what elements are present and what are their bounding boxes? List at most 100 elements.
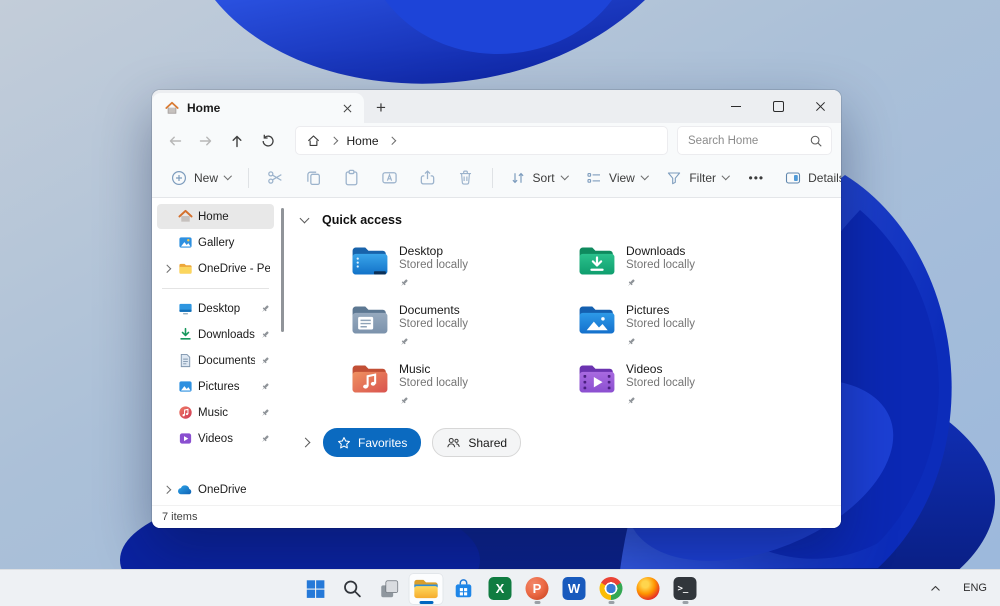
new-tab-button[interactable]: + xyxy=(364,93,398,123)
paste-icon xyxy=(345,169,357,186)
details-button[interactable]: Details xyxy=(776,163,841,193)
taskbar-firefox-button[interactable] xyxy=(631,573,666,605)
taskbar-terminal-button[interactable]: >_ xyxy=(668,573,703,605)
expand-chevron-icon[interactable] xyxy=(300,437,311,448)
language-indicator[interactable]: ENG xyxy=(963,582,987,594)
cut-button[interactable] xyxy=(257,163,294,193)
collapse-chevron-icon[interactable] xyxy=(299,213,310,224)
tile-music[interactable]: Music Stored locally xyxy=(351,362,556,411)
sort-button[interactable]: Sort xyxy=(501,163,577,193)
search-input[interactable] xyxy=(686,133,803,148)
rename-button[interactable] xyxy=(371,163,408,193)
videos-folder-icon xyxy=(579,365,615,393)
up-button[interactable] xyxy=(221,127,252,155)
quick-access-header[interactable]: Quick access xyxy=(299,211,833,229)
taskbar-powerpoint-button[interactable]: P xyxy=(520,573,555,605)
sidebar-item-gallery[interactable]: Gallery xyxy=(157,230,274,255)
pin-icon xyxy=(626,275,695,293)
sidebar-item-desktop[interactable]: Desktop xyxy=(157,296,274,321)
pin-icon xyxy=(626,393,695,411)
chevron-up-icon[interactable] xyxy=(929,582,942,595)
taskbar-word-button[interactable]: W xyxy=(557,573,592,605)
refresh-button[interactable] xyxy=(252,127,283,155)
copy-icon xyxy=(306,171,320,186)
taskbar: X P W >_ ENG xyxy=(0,569,1000,606)
details-pane-icon xyxy=(786,171,801,184)
shared-pill[interactable]: Shared xyxy=(432,428,522,457)
home-outline-icon xyxy=(307,135,320,146)
sidebar-item-onedrive[interactable]: OneDrive xyxy=(157,477,274,502)
sidebar-item-home[interactable]: Home xyxy=(157,204,274,229)
tab-title: Home xyxy=(187,101,221,115)
tile-videos[interactable]: Videos Stored locally xyxy=(578,362,783,411)
taskbar-microsoft-store-button[interactable] xyxy=(446,573,481,605)
copy-button[interactable] xyxy=(295,163,332,193)
excel-icon: X xyxy=(488,577,512,600)
pin-icon xyxy=(260,382,270,392)
navigation-bar: Home xyxy=(152,123,841,158)
tab-close-button[interactable] xyxy=(337,98,358,119)
music-folder-icon xyxy=(352,365,388,393)
sidebar-item-videos[interactable]: Videos xyxy=(157,426,274,451)
taskbar-chrome-button[interactable] xyxy=(594,573,629,605)
share-button[interactable] xyxy=(409,163,446,193)
file-explorer-icon xyxy=(414,579,438,598)
paste-button[interactable] xyxy=(333,163,370,193)
arrow-up-icon xyxy=(232,135,241,147)
task-view-button[interactable] xyxy=(372,573,407,605)
filter-icon xyxy=(668,171,681,184)
trash-icon xyxy=(459,170,471,185)
sidebar-scrollbar[interactable] xyxy=(276,198,288,505)
pin-icon xyxy=(260,304,270,314)
filter-button[interactable]: Filter xyxy=(657,163,737,193)
taskbar-file-explorer-button[interactable] xyxy=(408,572,444,605)
delete-button[interactable] xyxy=(447,163,484,193)
back-button[interactable] xyxy=(159,127,190,155)
forward-button[interactable] xyxy=(190,127,221,155)
downloads-icon xyxy=(177,327,193,343)
pin-icon xyxy=(260,356,270,366)
tile-name: Music xyxy=(399,362,431,376)
start-button[interactable] xyxy=(298,573,333,605)
favorites-pill[interactable]: Favorites xyxy=(323,428,422,457)
sidebar-item-downloads[interactable]: Downloads xyxy=(157,322,274,347)
sidebar-item-documents[interactable]: Documents xyxy=(157,348,274,373)
view-button[interactable]: View xyxy=(577,163,656,193)
pin-icon xyxy=(626,334,695,352)
scrollbar-thumb[interactable] xyxy=(281,208,284,332)
sidebar-item-music[interactable]: Music xyxy=(157,400,274,425)
breadcrumb-home[interactable]: Home xyxy=(347,134,379,148)
pin-icon xyxy=(260,330,270,340)
sidebar-item-pictures[interactable]: Pictures xyxy=(157,374,274,399)
search-box[interactable] xyxy=(677,126,832,155)
tile-subtitle: Stored locally xyxy=(626,259,696,271)
tile-documents[interactable]: Documents Stored locally xyxy=(351,303,556,352)
tab-home[interactable]: Home xyxy=(152,93,364,123)
new-label: New xyxy=(194,170,219,185)
home-icon xyxy=(165,101,179,114)
maximize-button[interactable] xyxy=(757,90,799,123)
expand-chevron-icon[interactable] xyxy=(163,264,171,273)
maximize-icon xyxy=(772,101,784,112)
expand-chevron-icon[interactable] xyxy=(163,485,171,494)
gallery-icon xyxy=(177,235,193,251)
collapsed-sections-row: Favorites Shared xyxy=(300,428,833,457)
view-label: View xyxy=(609,170,635,185)
taskbar-excel-button[interactable]: X xyxy=(483,573,518,605)
sidebar-item-onedrive-personal[interactable]: OneDrive - Perso xyxy=(157,256,274,281)
close-window-button[interactable] xyxy=(799,90,841,123)
pin-icon xyxy=(260,434,270,444)
minimize-button[interactable] xyxy=(715,90,757,123)
sidebar-divider xyxy=(162,288,269,289)
file-explorer-window: Home + Home Search Home New Sort View Fi… xyxy=(152,90,841,528)
breadcrumb-separator-icon[interactable] xyxy=(387,136,396,145)
search-icon xyxy=(810,135,822,147)
tile-pictures[interactable]: Pictures Stored locally xyxy=(578,303,783,352)
word-icon: W xyxy=(562,577,586,600)
tile-desktop[interactable]: Desktop Stored locally xyxy=(351,244,556,293)
tile-downloads[interactable]: Downloads Stored locally xyxy=(578,244,783,293)
new-button[interactable]: New xyxy=(162,163,240,193)
see-more-button[interactable]: ••• xyxy=(739,163,775,193)
taskbar-search-button[interactable] xyxy=(335,573,370,605)
address-bar[interactable]: Home xyxy=(295,126,668,155)
